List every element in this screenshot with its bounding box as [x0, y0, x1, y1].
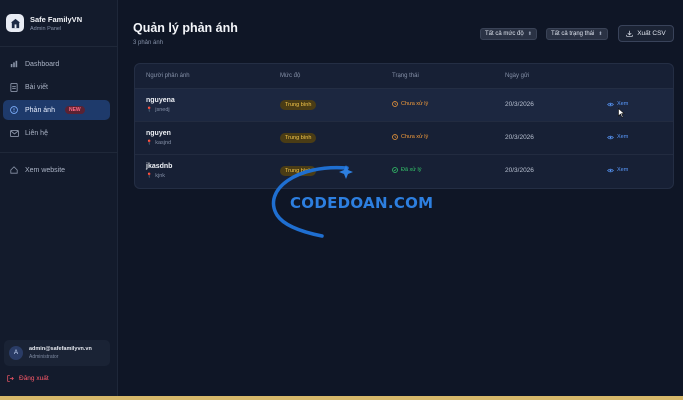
date-sent: 20/3/2026: [505, 134, 534, 141]
brand-name: Safe FamilyVN: [30, 14, 83, 24]
bar-chart-icon: [9, 59, 19, 69]
sidebar-item-label: Phản ánh: [25, 106, 55, 114]
export-csv-button[interactable]: Xuất CSV: [618, 25, 674, 42]
main-content: Quản lý phản ánh 3 phản ánh Tất cả mức đ…: [119, 0, 683, 400]
level-filter-value: Tất cả mức độ: [485, 31, 524, 37]
column-header: Ngày gửi: [505, 73, 530, 79]
eye-icon: [607, 168, 614, 173]
map-pin-icon: 📍: [146, 140, 153, 146]
table-row[interactable]: jkasdnb 📍 kjnk Trung bình Đã xử lý 20/3/2…: [135, 155, 673, 188]
user-card[interactable]: A admin@safefamilyvn.vn Administrator: [4, 340, 110, 366]
new-badge: NEW: [64, 106, 85, 114]
reporter-location: jsnedj: [155, 107, 170, 113]
reporter-name: nguyena: [146, 97, 175, 104]
user-role: Administrator: [29, 354, 59, 360]
reporter-name: nguyen: [146, 130, 171, 137]
sidebar-item-label: Dashboard: [25, 60, 60, 68]
brand[interactable]: Safe FamilyVN Admin Panel: [6, 14, 82, 32]
check-circle-icon: [392, 167, 398, 173]
view-website-label: Xem website: [25, 166, 66, 174]
sidebar-item-contact[interactable]: Liên hệ: [3, 123, 110, 143]
divider: [0, 152, 118, 153]
view-button[interactable]: Xem: [607, 134, 628, 140]
logout-label: Đăng xuất: [19, 375, 49, 382]
mouse-cursor-icon: [618, 105, 626, 123]
clock-icon: [392, 134, 398, 140]
view-label: Xem: [617, 167, 629, 173]
status-label: Chưa xử lý: [392, 101, 428, 107]
logout-icon: [7, 375, 14, 382]
user-email: admin@safefamilyvn.vn: [29, 346, 92, 352]
page-subtitle: 3 phản ánh: [133, 40, 164, 46]
bottom-strip: [0, 396, 683, 400]
updown-chevron-icon: ⬍: [527, 31, 532, 37]
table-row[interactable]: nguyena 📍 jsnedj Trung bình Chưa xử lý 20…: [135, 89, 673, 122]
status-filter-value: Tất cả trạng thái: [551, 31, 595, 37]
column-header: Trạng thái: [392, 73, 419, 79]
sidebar-item-label: Liên hệ: [25, 129, 48, 137]
status-label: Chưa xử lý: [392, 134, 428, 140]
reporter-location: kasjnd: [155, 140, 172, 146]
sidebar-item-label: Bài viết: [25, 83, 48, 91]
sidebar: Safe FamilyVN Admin Panel Dashboard Bài …: [0, 0, 118, 400]
column-header: Người phản ánh: [146, 73, 190, 79]
status-text: Chưa xử lý: [401, 101, 429, 107]
clock-icon: [392, 101, 398, 107]
sidebar-item-dashboard[interactable]: Dashboard: [3, 54, 110, 74]
reporter-name: jkasdnb: [146, 163, 173, 170]
home-shield-logo-icon: [6, 14, 24, 32]
view-website-link[interactable]: Xem website: [3, 160, 110, 180]
status-text: Chưa xử lý: [401, 134, 429, 140]
updown-chevron-icon: ⬍: [598, 31, 603, 37]
sidebar-item-posts[interactable]: Bài viết: [3, 77, 110, 97]
level-badge: Trung bình: [280, 133, 317, 143]
view-label: Xem: [617, 134, 629, 140]
logout-button[interactable]: Đăng xuất: [7, 375, 49, 382]
reporter-location: kjnk: [155, 173, 166, 179]
sidebar-item-reports[interactable]: Phản ánh NEW: [3, 100, 110, 120]
column-header: Mức độ: [280, 73, 301, 79]
status-label: Đã xử lý: [392, 167, 422, 173]
level-badge: Trung bình: [280, 166, 317, 176]
avatar: A: [9, 346, 23, 360]
mail-icon: [9, 128, 19, 138]
level-filter-select[interactable]: Tất cả mức độ ⬍: [480, 28, 537, 40]
status-filter-select[interactable]: Tất cả trạng thái ⬍: [546, 28, 608, 40]
alert-circle-icon: [9, 105, 19, 115]
date-sent: 20/3/2026: [505, 101, 534, 108]
map-pin-icon: 📍: [146, 173, 153, 179]
eye-icon: [607, 102, 614, 107]
eye-icon: [607, 135, 614, 140]
brand-subtitle: Admin Panel: [30, 25, 62, 32]
reports-table: Người phản ánh Mức độ Trạng thái Ngày gử…: [134, 63, 674, 189]
export-label: Xuất CSV: [637, 30, 666, 37]
page-title: Quản lý phản ánh: [133, 21, 238, 35]
level-badge: Trung bình: [280, 100, 317, 110]
table-header: Người phản ánh Mức độ Trạng thái Ngày gử…: [135, 64, 673, 89]
date-sent: 20/3/2026: [505, 167, 534, 174]
view-button[interactable]: Xem: [607, 167, 628, 173]
map-pin-icon: 📍: [146, 107, 153, 113]
status-text: Đã xử lý: [401, 167, 422, 173]
document-icon: [9, 82, 19, 92]
home-icon: [9, 165, 19, 175]
download-icon: [626, 30, 633, 37]
divider: [0, 46, 118, 47]
table-row[interactable]: nguyen 📍 kasjnd Trung bình Chưa xử lý 20/…: [135, 122, 673, 155]
